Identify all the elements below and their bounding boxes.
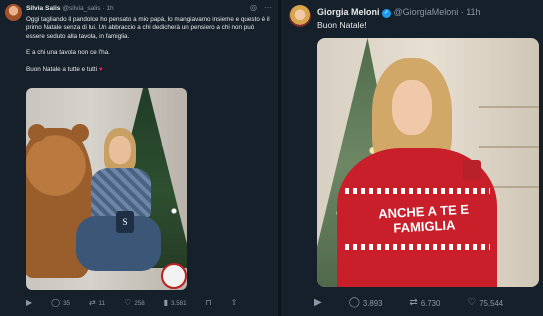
- tweet-header: Silvia Salis @silvia_salis · 1h: [26, 5, 114, 12]
- heart-icon: ♡: [124, 298, 132, 307]
- views-button[interactable]: ▮ 3.581: [164, 299, 187, 307]
- person: [76, 128, 161, 288]
- repost-button[interactable]: ⇄ 6.730: [409, 298, 440, 308]
- author-name[interactable]: Silvia Salis: [26, 5, 60, 12]
- snow-globe: [161, 263, 187, 289]
- tweet-photo[interactable]: S: [26, 88, 187, 290]
- tweet-actions: ▶ ◯ 3.893 ⇄ 6.730 ♡ 75.544: [314, 298, 542, 308]
- header-icons: ◎ ···: [250, 3, 272, 12]
- share-icon: ⇧: [230, 298, 238, 307]
- author-name[interactable]: Giorgia Meloni: [317, 7, 380, 17]
- reply-icon: ◯: [51, 298, 61, 307]
- play-icon: ▶: [26, 298, 33, 307]
- reply-button[interactable]: ◯ 3.893: [349, 298, 383, 308]
- tweet-paragraph: Oggi tagliando il pandolce ho pensato a …: [26, 16, 270, 40]
- like-button[interactable]: ♡ 75.544: [467, 298, 503, 308]
- tweet-text: Oggi tagliando il pandolce ho pensato a …: [26, 16, 272, 82]
- person-face: [392, 80, 432, 135]
- reply-icon: ◯: [348, 297, 360, 308]
- bookmark-icon: ⊓: [205, 298, 212, 307]
- tweet-header: Giorgia Meloni ✓ @GiorgiaMeloni · 11h: [317, 7, 481, 18]
- reply-button[interactable]: ◯ 35: [51, 299, 70, 307]
- play-button[interactable]: ▶: [26, 299, 32, 307]
- tweet-photo[interactable]: ANCHE A TE E FAMIGLIA: [317, 38, 539, 287]
- handle-time[interactable]: @GiorgiaMeloni · 11h: [394, 7, 481, 17]
- more-icon[interactable]: ···: [264, 3, 272, 12]
- share-button[interactable]: ⇧: [231, 299, 238, 307]
- repost-button[interactable]: ⇄ 11: [89, 299, 105, 307]
- heart-icon: ♡: [467, 297, 477, 308]
- grok-icon[interactable]: ◎: [250, 3, 257, 12]
- play-icon: ▶: [314, 297, 322, 308]
- repost-icon: ⇄: [409, 297, 418, 308]
- tweet-text: Buon Natale!: [317, 20, 367, 30]
- shelf: [479, 68, 539, 188]
- play-button[interactable]: ▶: [314, 298, 322, 308]
- tweet-paragraph: Buon Natale a tutte e tutti ♥: [26, 65, 103, 73]
- handle-time[interactable]: @silvia_salis · 1h: [62, 5, 113, 12]
- mug: S: [116, 211, 134, 233]
- teddy-bear-ear: [28, 124, 46, 142]
- repost-icon: ⇄: [89, 298, 96, 307]
- avatar[interactable]: [5, 4, 22, 21]
- views-icon: ▮: [163, 298, 169, 307]
- bookmark-button[interactable]: ⊓: [206, 299, 212, 307]
- cup: [463, 160, 481, 180]
- verified-badge-icon: ✓: [382, 9, 392, 18]
- tweet-actions: ▶ ◯ 35 ⇄ 11 ♡ 258 ▮ 3.581 ⊓ ⇧: [26, 299, 276, 307]
- tweet-paragraph: E a chi una tavola non ce l'ha.: [26, 49, 110, 57]
- red-heart-emoji-icon: ♥: [98, 65, 103, 73]
- left-tweet[interactable]: Silvia Salis @silvia_salis · 1h ◎ ··· Og…: [0, 0, 278, 316]
- like-button[interactable]: ♡ 258: [124, 299, 145, 307]
- avatar[interactable]: [289, 5, 311, 27]
- sweater-text: ANCHE A TE E FAMIGLIA: [377, 201, 470, 236]
- right-tweet[interactable]: Giorgia Meloni ✓ @GiorgiaMeloni · 11h Bu…: [281, 0, 543, 316]
